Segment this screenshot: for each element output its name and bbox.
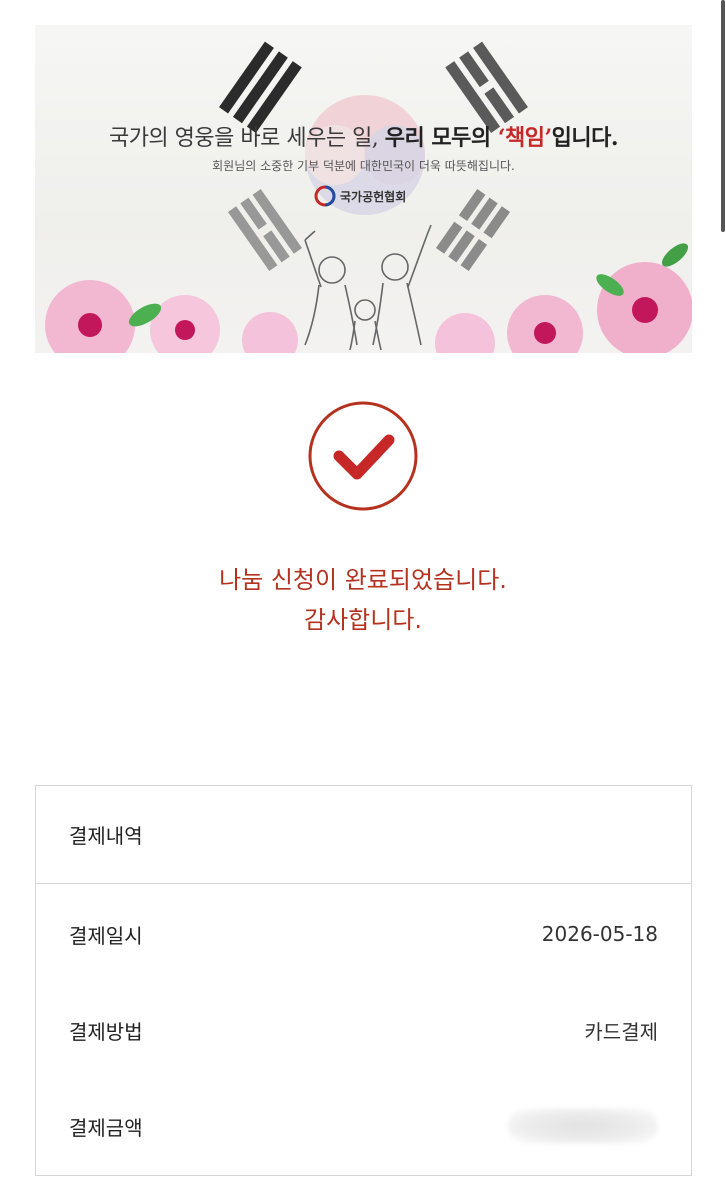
banner-headline-bold: 우리 모두의 [384, 125, 498, 151]
payment-row-amount: 결제금액 [69, 1106, 658, 1146]
campaign-banner: 국가의 영웅을 바로 세우는 일, 우리 모두의 ‘책임’입니다. 회원님의 소… [35, 25, 692, 353]
banner-headline-post: 입니다. [551, 125, 619, 151]
payment-amount-redacted [508, 1108, 658, 1144]
payment-details: 결제내역 결제일시 2026-05-18 결제방법 카드결제 결제금액 [35, 785, 692, 1176]
payment-date-label: 결제일시 [69, 923, 143, 948]
scrollbar[interactable] [719, 0, 726, 234]
banner-headline-pre: 국가의 영웅을 바로 세우는 일, [108, 126, 385, 151]
scrollbar-thumb[interactable] [721, 0, 725, 232]
payment-row-method: 결제방법 카드결제 [69, 1010, 658, 1050]
payment-method-label: 결제방법 [69, 1019, 143, 1044]
association-logo-icon [314, 185, 336, 207]
payment-details-header: 결제내역 [36, 786, 691, 884]
completion-message: 나눔 신청이 완료되었습니다. 감사합니다. [0, 560, 726, 640]
banner-headline-accent: ‘책임’ [497, 125, 552, 151]
association-logo: 국가공헌협회 [314, 185, 406, 207]
association-logo-text: 국가공헌협회 [340, 189, 407, 204]
success-check-icon [308, 401, 418, 511]
payment-method-value: 카드결제 [584, 1019, 658, 1044]
payment-row-date: 결제일시 2026-05-18 [69, 914, 658, 954]
banner-subtext: 회원님의 소중한 기부 덕분에 대한민국이 더욱 따뜻해집니다. [212, 159, 515, 173]
completion-message-line2: 감사합니다. [303, 606, 423, 634]
payment-amount-label: 결제금액 [69, 1115, 143, 1140]
banner-headline: 국가의 영웅을 바로 세우는 일, 우리 모두의 ‘책임’입니다. [35, 120, 692, 152]
completion-message-line1: 나눔 신청이 완료되었습니다. [219, 566, 507, 594]
payment-date-value: 2026-05-18 [541, 922, 658, 946]
